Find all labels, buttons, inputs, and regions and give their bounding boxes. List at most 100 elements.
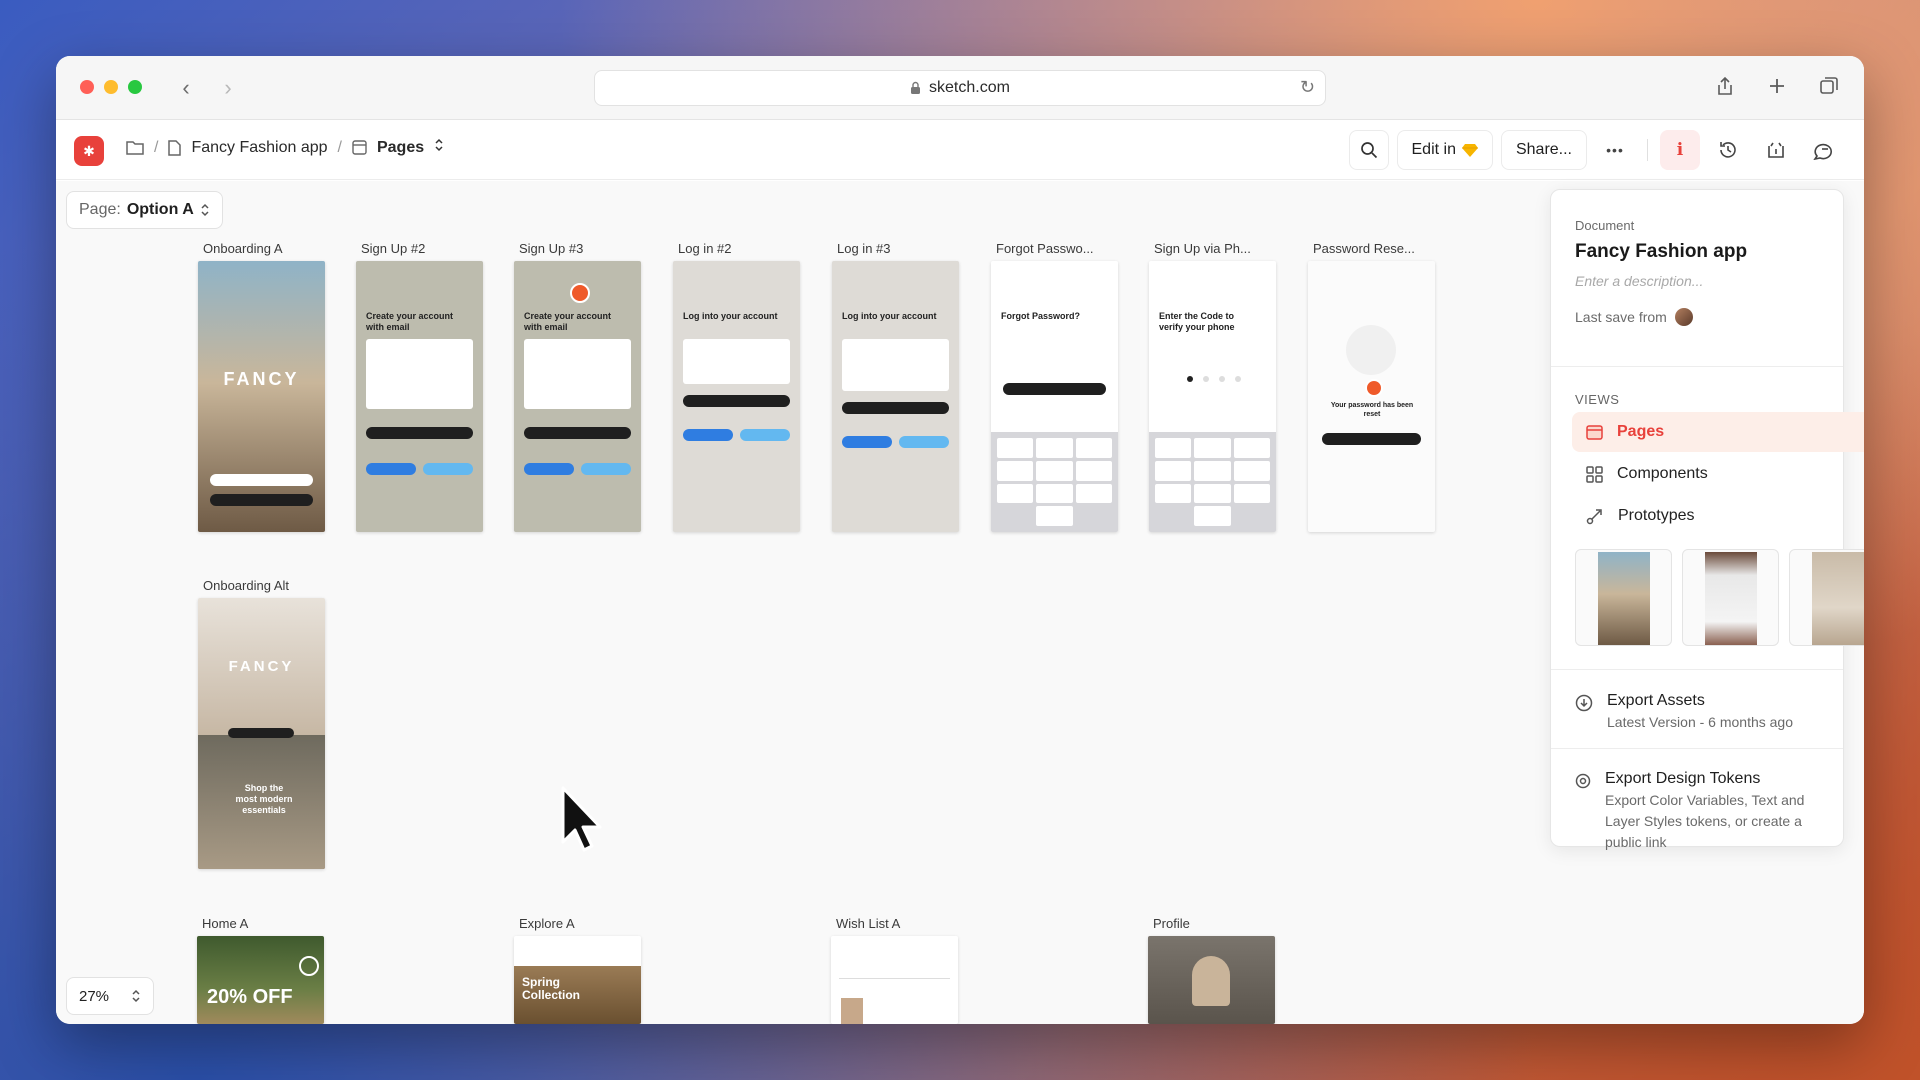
folder-icon[interactable] bbox=[126, 140, 144, 155]
view-prototypes[interactable]: Prototypes bbox=[1572, 496, 1864, 536]
page-selector[interactable]: Page: Option A bbox=[66, 191, 223, 229]
artboard-onboarding-alt[interactable]: FANCY Shop the most modern essentials bbox=[198, 598, 325, 869]
history-button[interactable] bbox=[1708, 130, 1748, 170]
view-label: Pages bbox=[1617, 423, 1665, 440]
more-options-button[interactable]: ••• bbox=[1595, 130, 1635, 170]
page-thumbnail[interactable] bbox=[1575, 549, 1672, 646]
promo-text: 20% OFF bbox=[207, 986, 293, 1008]
search-icon bbox=[1360, 142, 1377, 159]
artboard-label: Log in #3 bbox=[837, 241, 891, 256]
page-thumbnail[interactable] bbox=[1789, 549, 1864, 646]
divider bbox=[1551, 669, 1843, 670]
last-save-row: Last save from bbox=[1575, 308, 1864, 326]
artboard-onboarding-a[interactable]: FANCY bbox=[198, 261, 325, 532]
tabs-overview-icon[interactable] bbox=[1816, 72, 1842, 100]
keypad bbox=[1149, 432, 1276, 532]
zoom-control[interactable]: 27% bbox=[66, 977, 154, 1015]
zoom-window-button[interactable] bbox=[128, 80, 142, 94]
artboard-log-in-3[interactable]: Log into your account bbox=[832, 261, 959, 532]
search-button[interactable] bbox=[1348, 130, 1389, 170]
artboard-wish-list-a[interactable] bbox=[831, 936, 958, 1024]
page-selector-value: Option A bbox=[126, 201, 194, 218]
touch-indicator bbox=[570, 283, 590, 303]
export-assets-subtitle: Latest Version - 6 months ago bbox=[1607, 714, 1793, 730]
view-pages[interactable]: Pages bbox=[1572, 412, 1864, 452]
touch-indicator bbox=[1365, 379, 1383, 397]
share-icon[interactable] bbox=[1712, 72, 1738, 100]
chevron-updown-icon bbox=[201, 203, 209, 217]
artboard-label: Sign Up via Ph... bbox=[1154, 241, 1251, 256]
artboard-sign-up-3[interactable]: Create your account with email bbox=[514, 261, 641, 532]
breadcrumb-project[interactable]: Fancy Fashion app bbox=[191, 139, 327, 157]
artboard-log-in-2[interactable]: Log into your account bbox=[673, 261, 800, 532]
artboard-forgot-password[interactable]: Forgot Password? bbox=[991, 261, 1118, 532]
artboard-label: Forgot Passwo... bbox=[996, 241, 1094, 256]
share-button[interactable]: Share... bbox=[1500, 130, 1587, 170]
facebook-pill bbox=[842, 436, 892, 448]
artboard-sign-up-2[interactable]: Create your account with email bbox=[356, 261, 483, 532]
artboard-sign-up-phone[interactable]: Enter the Code to verify your phone bbox=[1149, 261, 1276, 532]
primary-pill bbox=[683, 395, 790, 407]
view-components[interactable]: Components bbox=[1572, 454, 1864, 494]
artboard-password-reset[interactable]: Your password has been reset bbox=[1308, 261, 1435, 532]
product-thumb bbox=[841, 998, 863, 1024]
chevron-updown-icon[interactable] bbox=[434, 138, 444, 157]
info-button[interactable]: i bbox=[1660, 130, 1700, 170]
export-assets-row[interactable]: Export Assets Latest Version - 6 months … bbox=[1575, 692, 1793, 733]
artboard-label: Explore A bbox=[519, 916, 575, 931]
page-selector-prefix: Page: bbox=[79, 201, 121, 218]
components-icon bbox=[1586, 465, 1603, 483]
sketch-logo-icon[interactable]: ✱ bbox=[74, 136, 104, 166]
close-window-button[interactable] bbox=[80, 80, 94, 94]
address-bar[interactable]: sketch.com ↻ bbox=[594, 70, 1326, 106]
reload-icon[interactable]: ↻ bbox=[1300, 77, 1315, 98]
export-tokens-title: Export Design Tokens bbox=[1605, 770, 1761, 787]
pages-icon bbox=[1586, 424, 1603, 440]
chevron-updown-icon bbox=[132, 989, 140, 1003]
artboard-label: Log in #2 bbox=[678, 241, 732, 256]
edit-in-button[interactable]: Edit in bbox=[1396, 130, 1493, 170]
artboard-explore-a[interactable]: Spring Collection bbox=[514, 936, 641, 1024]
minimize-window-button[interactable] bbox=[104, 80, 118, 94]
start-shopping-pill bbox=[228, 728, 294, 738]
document-description-input[interactable]: Enter a description... bbox=[1575, 273, 1864, 289]
divider bbox=[1551, 366, 1843, 367]
inspect-icon bbox=[1768, 142, 1784, 158]
export-assets-title: Export Assets bbox=[1607, 692, 1705, 709]
screen-title: Log into your account bbox=[842, 311, 937, 321]
form-card bbox=[524, 339, 631, 409]
artboard-home-a[interactable]: 20% OFF bbox=[197, 936, 324, 1024]
page-thumbnail[interactable] bbox=[1682, 549, 1779, 646]
view-label: Prototypes bbox=[1618, 507, 1695, 524]
export-tokens-row[interactable]: Export Design Tokens Export Color Variab… bbox=[1575, 770, 1835, 853]
chevron-right-icon[interactable]: › bbox=[216, 74, 240, 102]
toolbar-actions: Edit in Share... ••• i bbox=[1348, 130, 1845, 170]
facebook-pill bbox=[366, 463, 416, 475]
tab-underline bbox=[839, 978, 950, 979]
browser-actions bbox=[1712, 72, 1842, 100]
inspect-button[interactable] bbox=[1756, 130, 1796, 170]
comments-button[interactable] bbox=[1804, 130, 1844, 170]
keypad bbox=[991, 432, 1118, 532]
browser-window: ‹ › sketch.com ↻ ✱ / Fancy Fashion app /… bbox=[56, 56, 1864, 1024]
zoom-value: 27% bbox=[79, 987, 110, 1005]
twitter-pill bbox=[581, 463, 631, 475]
more-icon: ••• bbox=[1606, 142, 1624, 158]
page-thumbnails bbox=[1575, 549, 1864, 646]
export-tokens-subtitle: Export Color Variables, Text and Layer S… bbox=[1605, 792, 1805, 850]
screen-title: Log into your account bbox=[683, 311, 778, 321]
chevron-left-icon[interactable]: ‹ bbox=[174, 74, 198, 102]
lock-icon bbox=[911, 81, 921, 94]
breadcrumb-section[interactable]: Pages bbox=[377, 139, 424, 157]
artboard-label: Password Rese... bbox=[1313, 241, 1415, 256]
document-title[interactable]: Fancy Fashion app bbox=[1575, 241, 1864, 263]
screen-title: Enter the Code to verify your phone bbox=[1159, 311, 1235, 332]
artboard-profile[interactable] bbox=[1148, 936, 1275, 1024]
sketch-diamond-icon bbox=[1461, 144, 1478, 157]
twitter-pill bbox=[740, 429, 790, 441]
window-controls bbox=[80, 80, 142, 94]
divider bbox=[1551, 748, 1843, 749]
tagline: Shop the most modern essentials bbox=[235, 783, 293, 815]
new-tab-icon[interactable] bbox=[1764, 72, 1790, 100]
mouse-cursor-icon bbox=[561, 786, 602, 852]
